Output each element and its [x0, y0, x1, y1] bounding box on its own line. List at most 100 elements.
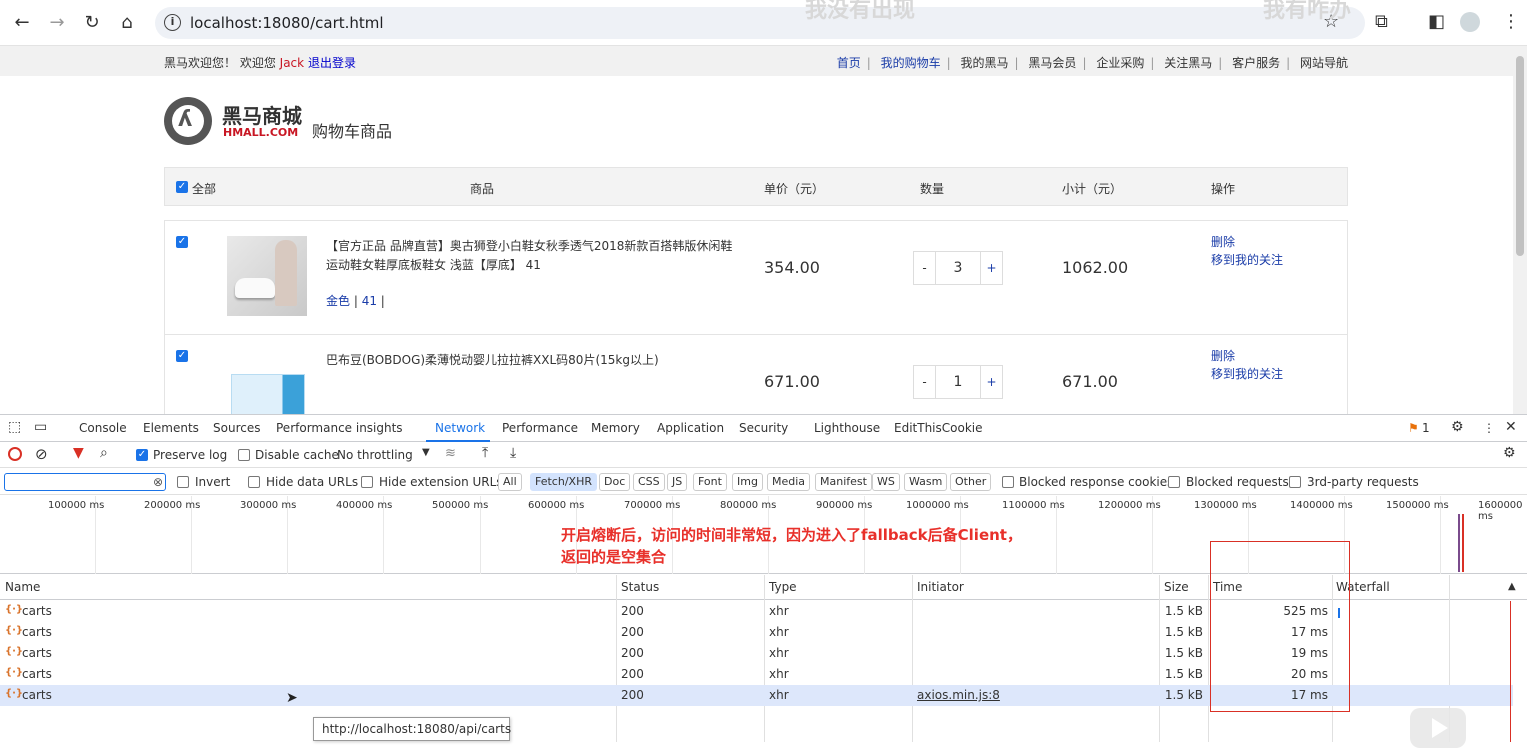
url-text[interactable]: localhost:18080/cart.html: [190, 14, 384, 32]
table-row[interactable]: {·} carts 200 xhr 1.5 kB 19 ms: [0, 643, 1513, 664]
request-name[interactable]: carts: [22, 688, 52, 702]
item-checkbox[interactable]: ✓: [176, 236, 188, 248]
request-name[interactable]: carts: [22, 625, 52, 639]
filter-ws[interactable]: WS: [872, 473, 900, 491]
table-row[interactable]: {·} carts 200 xhr 1.5 kB 525 ms: [0, 601, 1513, 622]
tab-console[interactable]: Console: [79, 421, 127, 435]
tab-editthiscookie[interactable]: EditThisCookie: [894, 421, 983, 435]
close-devtools-icon[interactable]: ✕: [1505, 419, 1517, 435]
col-name[interactable]: Name: [5, 580, 40, 594]
delete-link[interactable]: 删除: [1211, 233, 1283, 251]
qty-minus-button[interactable]: -: [914, 252, 936, 284]
filter-fetch-xhr[interactable]: Fetch/XHR: [530, 473, 597, 491]
filter-font[interactable]: Font: [693, 473, 727, 491]
col-time[interactable]: Time: [1213, 580, 1242, 594]
blocked-cookies-checkbox[interactable]: [1002, 476, 1014, 488]
network-conditions-icon[interactable]: ≋: [445, 446, 456, 461]
tab-memory[interactable]: Memory: [591, 421, 640, 435]
nav-my-cart[interactable]: 我的购物车: [881, 56, 941, 70]
select-all-checkbox[interactable]: ✓: [176, 181, 188, 193]
col-waterfall[interactable]: Waterfall: [1336, 580, 1390, 594]
filter-doc[interactable]: Doc: [599, 473, 631, 491]
issues-flag-icon[interactable]: ⚑: [1408, 421, 1419, 435]
request-name[interactable]: carts: [22, 667, 52, 681]
table-row[interactable]: {·} carts 200 xhr 1.5 kB 20 ms: [0, 664, 1513, 685]
col-initiator[interactable]: Initiator: [917, 580, 964, 594]
move-to-favorites-link[interactable]: 移到我的关注: [1211, 251, 1283, 269]
extensions-icon[interactable]: ⧉: [1375, 11, 1388, 32]
device-toolbar-icon[interactable]: ▭: [34, 419, 47, 435]
tab-application[interactable]: Application: [657, 421, 724, 435]
col-size[interactable]: Size: [1164, 580, 1189, 594]
filter-all[interactable]: All: [498, 473, 522, 491]
address-bar[interactable]: i localhost:18080/cart.html ☆: [155, 7, 1365, 39]
profile-avatar[interactable]: [1460, 12, 1480, 32]
move-to-favorites-link[interactable]: 移到我的关注: [1211, 365, 1283, 383]
filter-media[interactable]: Media: [767, 473, 811, 491]
nav-my-heima[interactable]: 我的黑马: [961, 56, 1009, 70]
qty-input[interactable]: 3: [936, 252, 980, 284]
search-icon[interactable]: ⌕: [100, 445, 108, 461]
settings-gear-icon[interactable]: ⚙: [1451, 419, 1464, 435]
col-status[interactable]: Status: [621, 580, 659, 594]
third-party-checkbox[interactable]: [1289, 476, 1301, 488]
browser-menu-icon[interactable]: ⋮: [1502, 11, 1520, 32]
tab-performance-insights[interactable]: Performance insights: [276, 421, 403, 435]
filter-manifest[interactable]: Manifest: [815, 473, 872, 491]
hide-extension-urls-checkbox[interactable]: [361, 476, 373, 488]
tab-performance[interactable]: Performance: [502, 421, 578, 435]
nav-home[interactable]: 首页: [837, 56, 861, 70]
hmall-logo[interactable]: ʎ: [164, 97, 212, 145]
qty-plus-button[interactable]: +: [980, 252, 1002, 284]
filter-img[interactable]: Img: [732, 473, 763, 491]
blocked-requests-checkbox[interactable]: [1168, 476, 1180, 488]
back-icon[interactable]: ←: [10, 11, 34, 35]
disable-cache-checkbox[interactable]: [238, 449, 250, 461]
request-name[interactable]: carts: [22, 646, 52, 660]
preserve-log-checkbox[interactable]: ✓: [136, 449, 148, 461]
record-icon[interactable]: [8, 447, 22, 461]
hide-data-urls-checkbox[interactable]: [248, 476, 260, 488]
forward-icon[interactable]: →: [45, 11, 69, 35]
product-name[interactable]: 【官方正品 品牌直营】奥古狮登小白鞋女秋季透气2018新款百搭韩版休闲鞋运动鞋女…: [326, 237, 736, 275]
page-scrollbar[interactable]: [1513, 46, 1527, 414]
tab-network[interactable]: Network: [435, 421, 485, 435]
page-scrollbar-thumb[interactable]: [1516, 56, 1524, 256]
reload-icon[interactable]: ↻: [80, 11, 104, 35]
qty-plus-button[interactable]: +: [980, 366, 1002, 398]
filter-input[interactable]: ⊗: [4, 473, 166, 491]
table-row[interactable]: {·} carts 200 xhr axios.min.js:8 1.5 kB …: [0, 685, 1513, 706]
chevron-down-icon[interactable]: ▼: [422, 447, 430, 458]
tab-security[interactable]: Security: [739, 421, 788, 435]
tab-lighthouse[interactable]: Lighthouse: [814, 421, 880, 435]
nav-sitemap[interactable]: 网站导航: [1300, 56, 1348, 70]
nav-enterprise[interactable]: 企业采购: [1096, 56, 1144, 70]
delete-link[interactable]: 删除: [1211, 347, 1283, 365]
home-icon[interactable]: ⌂: [115, 11, 139, 35]
product-image[interactable]: [227, 236, 307, 316]
clear-filter-icon[interactable]: ⊗: [153, 475, 163, 489]
logout-link[interactable]: 退出登录: [308, 56, 356, 70]
filter-css[interactable]: CSS: [633, 473, 665, 491]
import-har-icon[interactable]: ⤒: [482, 445, 488, 461]
tab-elements[interactable]: Elements: [143, 421, 199, 435]
filter-js[interactable]: JS: [667, 473, 688, 491]
nav-member[interactable]: 黑马会员: [1028, 56, 1076, 70]
network-settings-gear-icon[interactable]: ⚙: [1503, 445, 1516, 461]
inspect-element-icon[interactable]: ⬚: [8, 419, 21, 435]
request-name[interactable]: carts: [22, 604, 52, 618]
request-initiator[interactable]: axios.min.js:8: [917, 688, 1000, 702]
col-type[interactable]: Type: [769, 580, 797, 594]
clear-icon[interactable]: ⊘: [35, 445, 48, 463]
issues-count[interactable]: 1: [1422, 421, 1430, 435]
filter-funnel-icon[interactable]: ▼: [73, 445, 84, 461]
site-info-icon[interactable]: i: [164, 14, 181, 31]
qty-minus-button[interactable]: -: [914, 366, 936, 398]
export-har-icon[interactable]: ⤓: [510, 445, 516, 461]
devtools-menu-icon[interactable]: ⋮: [1483, 421, 1495, 435]
invert-checkbox[interactable]: [177, 476, 189, 488]
table-row[interactable]: {·} carts 200 xhr 1.5 kB 17 ms: [0, 622, 1513, 643]
item-checkbox[interactable]: ✓: [176, 350, 188, 362]
filter-wasm[interactable]: Wasm: [904, 473, 948, 491]
sort-up-icon[interactable]: ▲: [1508, 581, 1516, 592]
